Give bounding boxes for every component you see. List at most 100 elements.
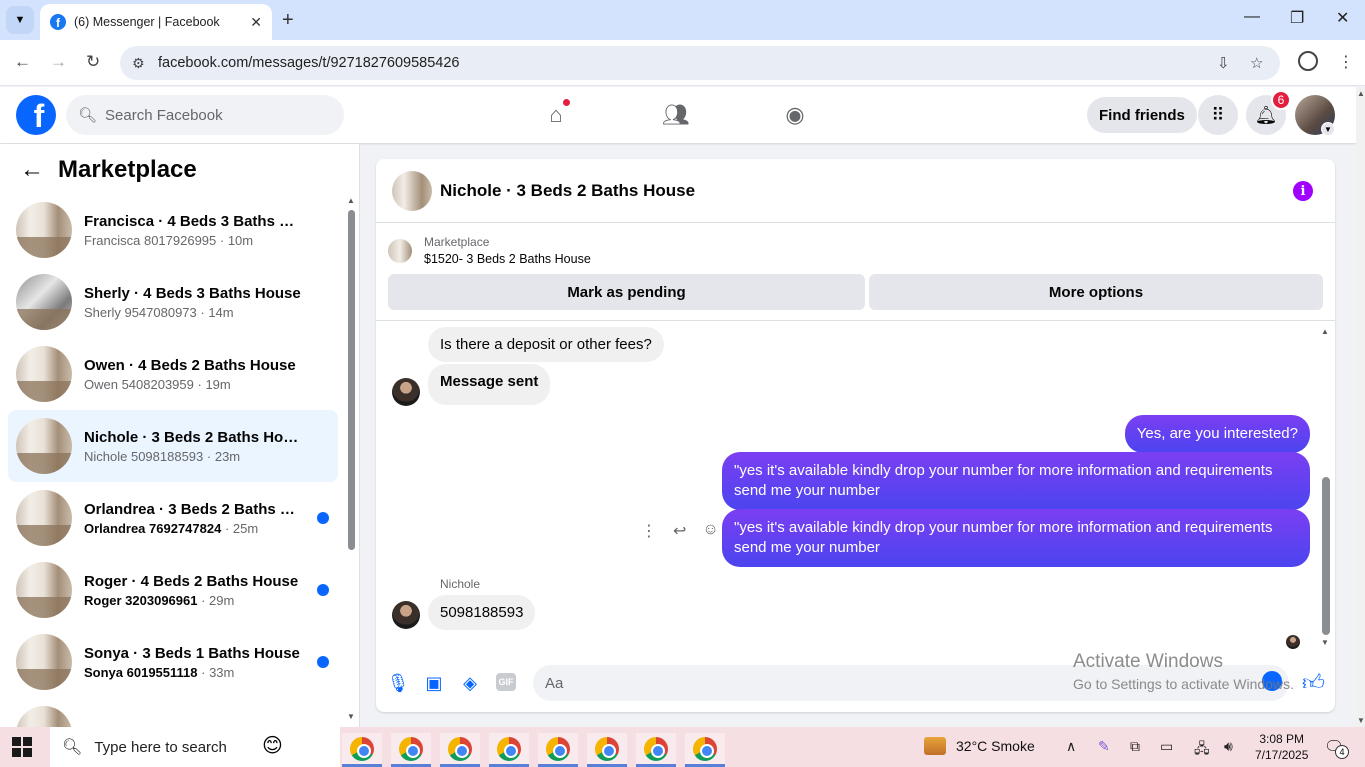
chrome-taskbar-icon[interactable] xyxy=(342,733,382,767)
show-hidden-icons-chevron-icon[interactable]: ∧ xyxy=(1066,738,1076,755)
close-window-button[interactable]: ✕ xyxy=(1336,8,1349,28)
react-smiley-icon[interactable]: ☺ xyxy=(702,521,718,541)
clock-time: 3:08 PM xyxy=(1259,732,1305,746)
more-options-button[interactable]: More options xyxy=(869,274,1323,310)
chrome-taskbar-icon[interactable] xyxy=(636,733,676,767)
pen-icon[interactable]: ✎ xyxy=(1098,738,1110,755)
close-tab-icon[interactable]: ✕ xyxy=(250,14,262,31)
bookmark-star-icon[interactable]: ☆ xyxy=(1250,54,1263,72)
notification-center-icon[interactable]: 🗨︎ 4 xyxy=(1324,737,1349,759)
find-friends-button[interactable]: Find friends xyxy=(1087,97,1197,133)
conversation-item[interactable]: Orlandrea · 3 Beds 2 Baths Ho... Orlandre… xyxy=(8,482,338,554)
battery-icon[interactable]: ▭ xyxy=(1160,738,1173,755)
windows-taskbar: 🔍︎ Type here to search 😊 32°C Smoke ∧ ✎ … xyxy=(0,727,1365,767)
sender-avatar[interactable] xyxy=(392,378,420,406)
browser-profile-icon[interactable] xyxy=(1298,51,1318,71)
minimize-button[interactable]: — xyxy=(1244,8,1260,26)
conversation-preview: Nichole 5098188593 · 23m xyxy=(84,449,338,464)
preview-text: Orlandrea 7692747824 xyxy=(84,520,222,536)
conversation-item[interactable]: Sonya · 3 Beds 1 Baths House Sonya 601955… xyxy=(8,626,338,698)
reply-icon[interactable]: ↩ xyxy=(673,521,686,541)
chat-avatar[interactable] xyxy=(392,170,432,211)
scrollbar-thumb[interactable] xyxy=(348,210,355,550)
install-app-icon[interactable]: ⇩ xyxy=(1217,54,1230,72)
photo-icon[interactable]: ▣ xyxy=(422,671,446,695)
browser-tab[interactable]: f (6) Messenger | Facebook ✕ xyxy=(40,4,272,40)
network-icon[interactable]: 🖧︎ xyxy=(1194,738,1210,762)
menu-grid-icon[interactable]: ⠿ xyxy=(1198,95,1238,135)
address-bar[interactable]: ⚙ facebook.com/messages/t/92718276095854… xyxy=(120,46,1280,80)
microphone-icon[interactable]: 🎙︎ xyxy=(386,671,410,695)
site-info-icon[interactable]: ⚙ xyxy=(132,55,148,72)
incoming-message[interactable]: 5098188593 xyxy=(428,595,536,630)
scroll-down-arrow-icon[interactable]: ▼ xyxy=(1321,638,1329,647)
chrome-icon xyxy=(497,736,521,761)
conversation-item[interactable]: Francisca · 4 Beds 3 Baths House Francisc… xyxy=(8,194,338,266)
chrome-taskbar-icon[interactable] xyxy=(391,733,431,767)
conversation-item[interactable]: Sherly · 4 Beds 3 Baths House Sherly 9547… xyxy=(8,266,338,338)
chrome-taskbar-icon[interactable] xyxy=(685,733,725,767)
new-tab-button[interactable]: + xyxy=(282,9,294,32)
conversation-item[interactable]: Roger · 4 Beds 2 Baths House Roger 320309… xyxy=(8,554,338,626)
more-options-icon[interactable]: ⋮ xyxy=(641,521,657,541)
weather-widget[interactable]: 32°C Smoke xyxy=(924,737,1035,755)
facebook-search-input[interactable]: 🔍︎ Search Facebook xyxy=(66,95,344,135)
incoming-message[interactable]: Message sent xyxy=(428,364,551,405)
forward-button[interactable]: → xyxy=(50,52,67,72)
listing-summary[interactable]: Marketplace $1520- 3 Beds 2 Baths House xyxy=(388,235,591,266)
maximize-button[interactable]: ❐ xyxy=(1290,8,1304,28)
facebook-logo[interactable]: f xyxy=(16,95,56,135)
chrome-taskbar-icon[interactable] xyxy=(440,733,480,767)
outgoing-message[interactable]: "yes it's available kindly drop your num… xyxy=(722,509,1310,567)
chrome-taskbar-icon[interactable] xyxy=(538,733,578,767)
outgoing-message[interactable]: "yes it's available kindly drop your num… xyxy=(722,452,1310,510)
chevron-down-icon[interactable]: ▼ xyxy=(1321,122,1335,136)
taskbar-search-input[interactable]: 🔍︎ Type here to search xyxy=(50,727,340,767)
back-arrow-icon[interactable]: ← xyxy=(20,156,44,184)
camera-icon[interactable]: ⧉ xyxy=(1130,738,1140,755)
search-highlight-icon[interactable]: 😊 xyxy=(262,733,283,758)
preview-time: · 25m xyxy=(224,520,259,536)
conversation-preview: Roger 3203096961 · 29m xyxy=(84,593,338,608)
scroll-up-arrow-icon[interactable]: ▲ xyxy=(347,196,355,205)
chat-scrollbar[interactable]: ▲ ▼ xyxy=(1321,327,1331,647)
friends-icon[interactable]: 👥︎ xyxy=(660,99,692,131)
outgoing-message[interactable]: Yes, are you interested? xyxy=(1124,415,1310,453)
scroll-down-arrow-icon[interactable]: ▼ xyxy=(347,712,355,721)
preview-text: Nichole 5098188593 xyxy=(84,448,204,464)
scroll-down-arrow-icon[interactable]: ▼ xyxy=(1357,716,1365,725)
notification-center-count: 4 xyxy=(1335,745,1349,759)
thumbs-up-icon[interactable]: 👍︎ xyxy=(1302,669,1325,696)
chat-title[interactable]: Nichole · 3 Beds 2 Baths House xyxy=(440,181,695,201)
conversation-list-scrollbar[interactable]: ▲ ▼ xyxy=(346,196,356,721)
system-clock[interactable]: 3:08 PM 7/17/2025 xyxy=(1255,731,1308,763)
incoming-message[interactable]: Is there a deposit or other fees? xyxy=(428,327,664,362)
mark-as-pending-button[interactable]: Mark as pending xyxy=(388,274,865,310)
browser-tab-strip: ▼ f (6) Messenger | Facebook ✕ + — ❐ ✕ xyxy=(0,0,1365,40)
conversation-name: Sonya · 3 Beds 1 Baths House xyxy=(84,644,300,662)
windows-start-icon[interactable] xyxy=(12,737,32,757)
browser-menu-icon[interactable]: ⋮ xyxy=(1338,52,1354,72)
scrollbar-thumb[interactable] xyxy=(1322,477,1330,635)
conversation-item[interactable]: Owen · 4 Beds 2 Baths House Owen 54082039… xyxy=(8,338,338,410)
gif-icon[interactable]: GIF xyxy=(496,673,516,691)
sticker-icon[interactable]: ◈ xyxy=(458,671,482,695)
tab-search-button[interactable]: ▼ xyxy=(6,6,34,34)
groups-icon[interactable]: ◉ xyxy=(779,99,811,131)
scroll-up-arrow-icon[interactable]: ▲ xyxy=(1357,89,1365,98)
volume-icon[interactable]: 🔊︎ xyxy=(1224,738,1233,755)
reload-button[interactable]: ↻ xyxy=(86,52,100,72)
back-button[interactable]: ← xyxy=(14,52,31,72)
preview-time: · 29m xyxy=(201,592,235,608)
preview-time: · 19m xyxy=(197,376,231,392)
chrome-taskbar-icon[interactable] xyxy=(489,733,529,767)
chrome-taskbar-icon[interactable] xyxy=(587,733,627,767)
preview-text: Owen 5408203959 xyxy=(84,376,194,392)
page-scrollbar[interactable]: ▲ ▼ xyxy=(1356,87,1365,727)
scroll-up-arrow-icon[interactable]: ▲ xyxy=(1321,327,1329,336)
info-icon[interactable]: i xyxy=(1293,181,1313,201)
sender-avatar[interactable] xyxy=(392,601,420,629)
conversation-item[interactable]: Nichole · 3 Beds 2 Baths House Nichole 50… xyxy=(8,410,338,482)
conversation-item[interactable]: Leo · 3 Beds 2 Baths House xyxy=(8,698,338,727)
chat-panel: Nichole · 3 Beds 2 Baths House i Marketp… xyxy=(376,159,1335,712)
